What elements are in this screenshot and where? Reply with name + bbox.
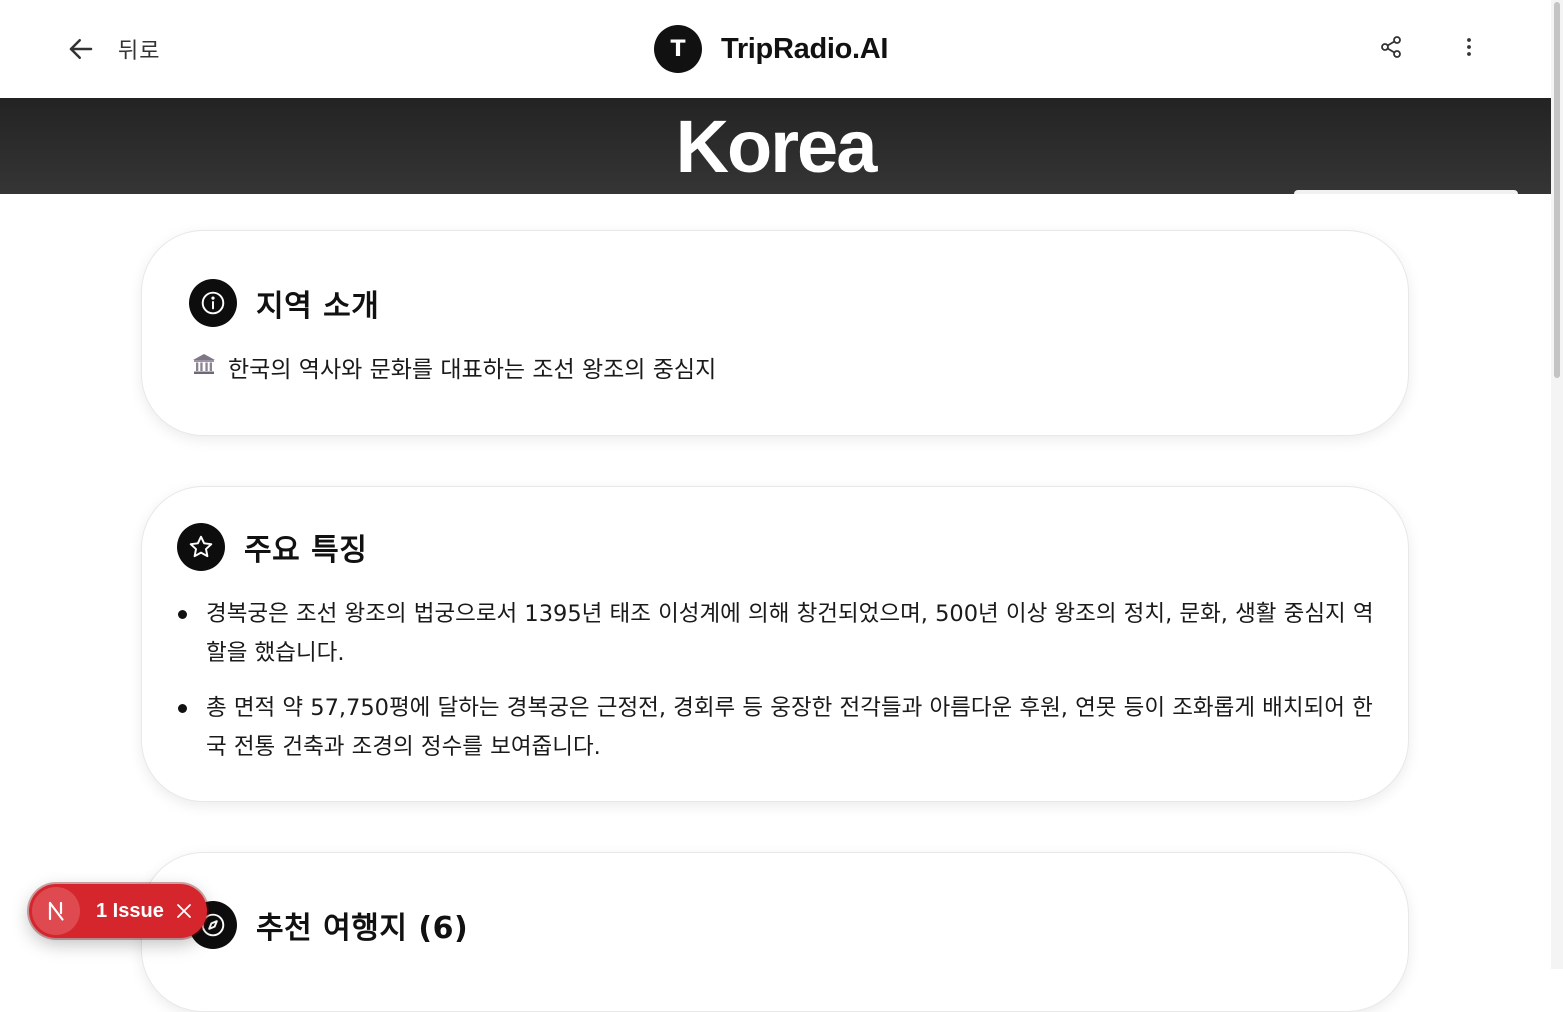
card-header: 지역 소개 (189, 279, 379, 327)
more-vertical-icon (1457, 35, 1481, 63)
brand[interactable]: T TripRadio.AI (654, 25, 888, 73)
region-description: 한국의 역사와 문화를 대표하는 조선 왕조의 중심지 (192, 350, 716, 384)
share-button[interactable] (1374, 32, 1408, 66)
arrow-left-icon (66, 34, 96, 64)
recommended-destinations-card: 추천 여행지 (6) (141, 852, 1409, 1012)
nextjs-logo-icon (32, 887, 80, 935)
classical-building-icon (192, 352, 216, 382)
brand-name: TripRadio.AI (721, 32, 889, 65)
scrollbar-thumb[interactable] (1554, 2, 1560, 378)
back-label: 뒤로 (118, 39, 161, 64)
back-button[interactable]: 뒤로 (66, 30, 160, 68)
hero-overlay-edge (1294, 190, 1518, 194)
share-icon (1379, 35, 1403, 63)
card-title: 추천 여행지 (6) (256, 911, 469, 946)
card-header: 주요 특징 (177, 523, 367, 571)
feature-list: 경복궁은 조선 왕조의 법궁으로서 1395년 태조 이성계에 의해 창건되었으… (178, 595, 1374, 783)
issue-count-label: 1 Issue (96, 899, 164, 922)
list-item: 총 면적 약 57,750평에 달하는 경복궁은 근정전, 경회루 등 웅장한 … (178, 689, 1374, 767)
card-title: 주요 특징 (244, 533, 368, 568)
list-item: 경복궁은 조선 왕조의 법궁으로서 1395년 태조 이성계에 의해 창건되었으… (178, 595, 1374, 673)
key-features-card: 주요 특징 경복궁은 조선 왕조의 법궁으로서 1395년 태조 이성계에 의해… (141, 486, 1409, 802)
scrollbar[interactable] (1551, 0, 1563, 969)
region-description-text: 한국의 역사와 문화를 대표하는 조선 왕조의 중심지 (228, 357, 717, 383)
info-icon (189, 279, 237, 327)
top-header: 뒤로 T TripRadio.AI (0, 0, 1551, 98)
star-icon (177, 523, 225, 571)
close-icon[interactable] (174, 901, 194, 921)
region-intro-card: 지역 소개 한국의 역사와 문화를 대표하는 조선 왕조의 중심지 (141, 230, 1409, 436)
more-options-button[interactable] (1452, 32, 1486, 66)
brand-logo: T (654, 25, 702, 73)
card-title: 지역 소개 (256, 289, 380, 324)
card-header: 추천 여행지 (6) (189, 901, 468, 949)
issue-badge[interactable]: 1 Issue (29, 884, 207, 938)
hero-title: Korea (675, 105, 878, 188)
hero-banner: Korea (0, 98, 1551, 194)
